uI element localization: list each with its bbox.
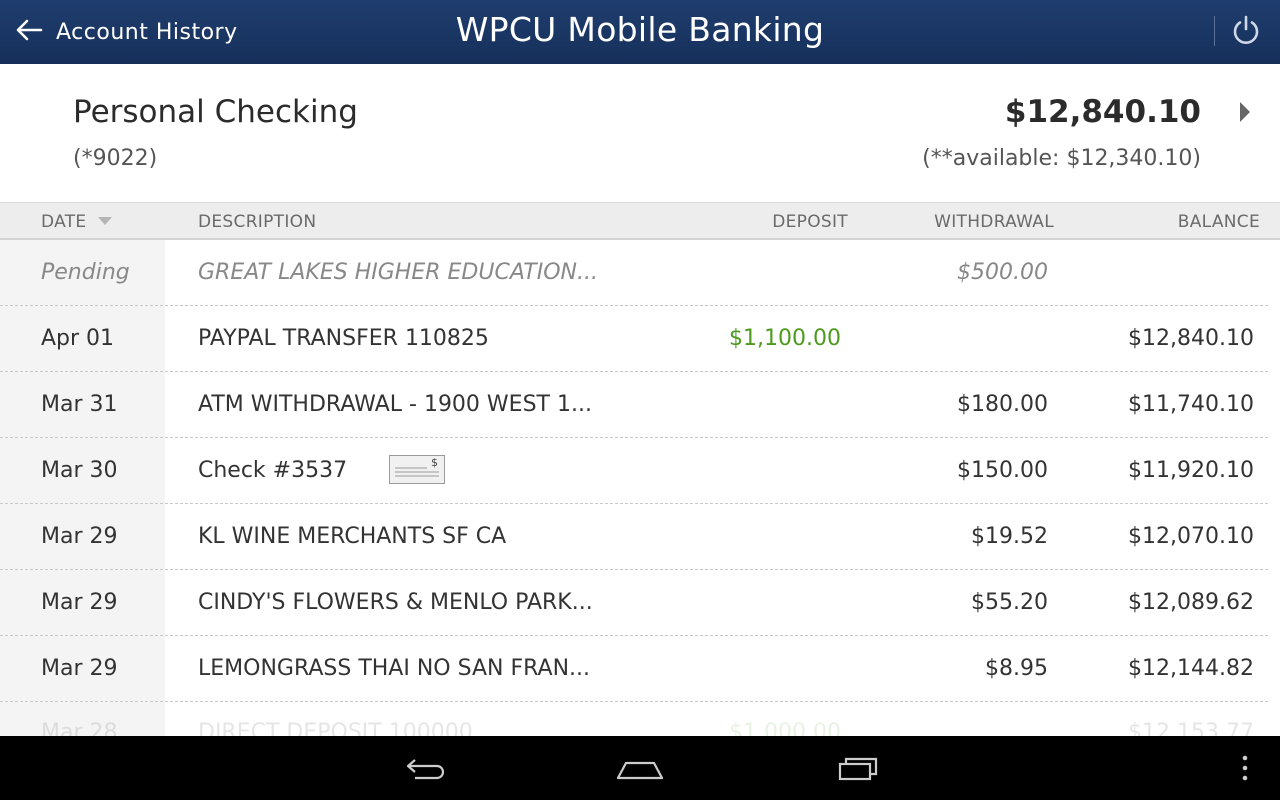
transaction-withdrawal: $500.00 — [957, 260, 1048, 285]
back-icon — [406, 759, 445, 780]
transaction-list: Pending GREAT LAKES HIGHER EDUCATION... … — [0, 240, 1280, 736]
transaction-description: KL WINE MERCHANTS SF CA — [198, 524, 507, 549]
nav-home-button[interactable] — [610, 736, 670, 800]
nav-recents-button[interactable] — [828, 736, 888, 800]
power-icon — [1230, 14, 1262, 50]
svg-text:$: $ — [431, 456, 438, 469]
transaction-date: Mar 28 — [41, 720, 118, 736]
transaction-withdrawal: $8.95 — [985, 656, 1048, 681]
sort-desc-icon[interactable] — [98, 217, 112, 225]
check-image-icon[interactable]: $ — [389, 455, 445, 484]
transaction-description: DIRECT DEPOSIT 100000 — [198, 720, 473, 736]
transaction-balance: $12,070.10 — [1128, 524, 1254, 549]
transaction-date: Mar 29 — [41, 656, 118, 681]
transaction-row[interactable]: Mar 29 CINDY'S FLOWERS & MENLO PARK... $… — [0, 570, 1268, 636]
transaction-description: ATM WITHDRAWAL - 1900 WEST 1... — [198, 392, 592, 417]
home-icon — [616, 761, 664, 780]
action-bar-divider — [1214, 16, 1215, 46]
transaction-row[interactable]: Apr 01 PAYPAL TRANSFER 110825 $1,100.00 … — [0, 306, 1268, 372]
nav-back-button[interactable] — [395, 736, 455, 800]
column-balance[interactable]: BALANCE — [1178, 212, 1260, 232]
transaction-deposit: $1,100.00 — [729, 326, 841, 351]
transaction-withdrawal: $180.00 — [957, 392, 1048, 417]
column-description[interactable]: DESCRIPTION — [198, 212, 316, 232]
account-name: Personal Checking — [73, 94, 358, 130]
transaction-row[interactable]: Mar 29 LEMONGRASS THAI NO SAN FRAN... $8… — [0, 636, 1268, 702]
transaction-row[interactable]: Pending GREAT LAKES HIGHER EDUCATION... … — [0, 240, 1268, 306]
transaction-description: CINDY'S FLOWERS & MENLO PARK... — [198, 590, 593, 615]
account-number: (*9022) — [73, 146, 158, 171]
transaction-date: Pending — [41, 260, 130, 285]
account-history-content: Personal Checking (*9022) $12,840.10 (**… — [0, 64, 1280, 736]
logout-button[interactable] — [1226, 12, 1266, 52]
transaction-row[interactable]: Mar 31 ATM WITHDRAWAL - 1900 WEST 1... $… — [0, 372, 1268, 438]
action-bar: Account History WPCU Mobile Banking — [0, 0, 1280, 64]
account-balance: $12,840.10 — [1004, 94, 1201, 130]
transaction-date: Mar 29 — [41, 524, 118, 549]
transaction-deposit: $1,000.00 — [729, 720, 841, 736]
transaction-row-partial[interactable]: Mar 28 DIRECT DEPOSIT 100000 $1,000.00 $… — [0, 702, 1268, 736]
system-navigation-bar — [0, 736, 1280, 800]
nav-overflow-menu-button[interactable] — [1230, 736, 1260, 800]
available-balance: (**available: $12,340.10) — [922, 146, 1201, 171]
transaction-withdrawal: $55.20 — [971, 590, 1048, 615]
transaction-date: Mar 30 — [41, 458, 118, 483]
transaction-row[interactable]: Mar 29 KL WINE MERCHANTS SF CA $19.52 $1… — [0, 504, 1268, 570]
transaction-date: Apr 01 — [41, 326, 115, 351]
transaction-description: PAYPAL TRANSFER 110825 — [198, 326, 489, 351]
transaction-description: GREAT LAKES HIGHER EDUCATION... — [198, 260, 598, 285]
recents-icon — [838, 757, 878, 781]
app-title: WPCU Mobile Banking — [455, 10, 825, 49]
transaction-balance: $11,740.10 — [1128, 392, 1254, 417]
transaction-date: Mar 29 — [41, 590, 118, 615]
account-summary[interactable]: Personal Checking (*9022) $12,840.10 (**… — [0, 64, 1280, 202]
transaction-balance: $12,089.62 — [1128, 590, 1254, 615]
transaction-description: LEMONGRASS THAI NO SAN FRAN... — [198, 656, 591, 681]
triangle-right-icon[interactable] — [1236, 100, 1252, 124]
column-header-row: DATE DESCRIPTION DEPOSIT WITHDRAWAL BALA… — [0, 202, 1280, 240]
overflow-menu-icon — [1242, 755, 1248, 781]
transaction-balance: $12,144.82 — [1128, 656, 1254, 681]
column-deposit[interactable]: DEPOSIT — [772, 212, 848, 232]
transaction-withdrawal: $150.00 — [957, 458, 1048, 483]
transaction-row[interactable]: Mar 30 Check #3537 $ $150.00 $11,920.10 — [0, 438, 1268, 504]
transaction-withdrawal: $19.52 — [971, 524, 1048, 549]
transaction-balance: $11,920.10 — [1128, 458, 1254, 483]
column-withdrawal[interactable]: WITHDRAWAL — [934, 212, 1054, 232]
transaction-balance: $12,840.10 — [1128, 326, 1254, 351]
transaction-date: Mar 31 — [41, 392, 118, 417]
column-date[interactable]: DATE — [41, 212, 86, 232]
transaction-balance: $12,153.77 — [1128, 720, 1254, 736]
transaction-description: Check #3537 — [198, 458, 348, 483]
